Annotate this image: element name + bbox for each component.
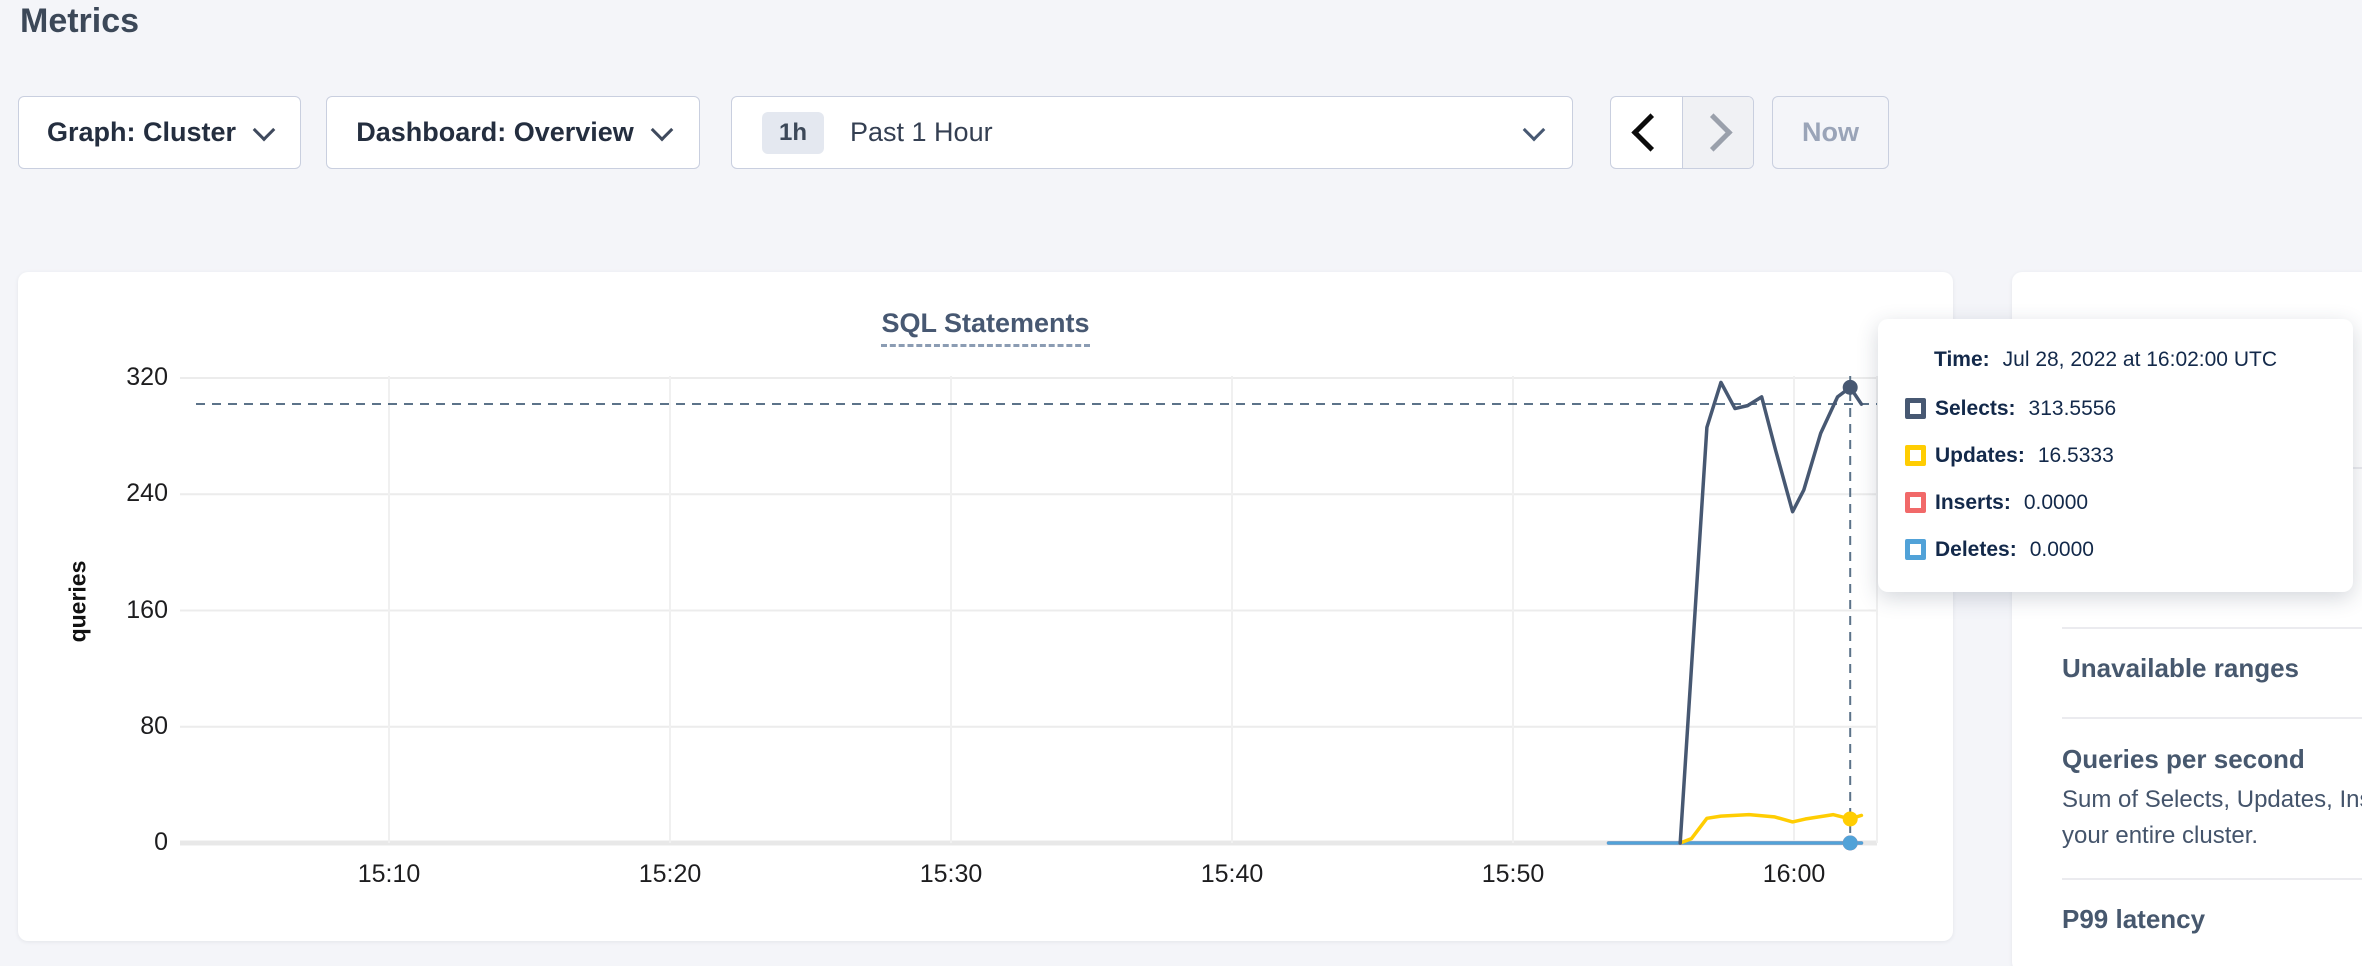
tooltip-series-value: 0.0000 [2030,538,2094,562]
metrics-page: Metrics Graph: Cluster Dashboard: Overvi… [0,0,2362,966]
chevron-down-icon [253,118,276,141]
tooltip-series-row: Deletes: 0.0000 [1878,526,2353,573]
glossary-heading: P99 latency [2062,904,2205,935]
tooltip-time-row: Time: Jul 28, 2022 at 16:02:00 UTC [1878,335,2353,385]
updates-legend-swatch [1905,445,1926,466]
tooltip-time-value: Jul 28, 2022 at 16:02:00 UTC [2003,348,2277,372]
y-tick-label: 320 [88,363,168,392]
glossary-heading: Unavailable ranges [2062,653,2299,684]
divider [2062,717,2362,719]
sql-statements-chart-card: SQL Statements [18,272,1953,941]
prev-interval-button[interactable] [1611,97,1682,168]
tooltip-series-row: Selects: 313.5556 [1878,385,2353,432]
next-interval-button[interactable] [1682,97,1754,168]
chevron-down-icon [650,118,673,141]
now-button[interactable]: Now [1772,96,1889,169]
deletes-legend-swatch [1905,539,1926,560]
time-range-label: Past 1 Hour [850,117,993,148]
y-tick-label: 80 [88,712,168,741]
x-tick-label: 15:40 [1162,860,1302,889]
y-tick-label: 240 [88,479,168,508]
divider [2062,878,2362,880]
tooltip-series-value: 16.5333 [2038,444,2114,468]
inserts-legend-swatch [1905,492,1926,513]
graph-dropdown[interactable]: Graph: Cluster [18,96,301,169]
glossary-description: your entire cluster. [2062,822,2258,850]
y-tick-label: 0 [88,828,168,857]
tooltip-series-label: Updates: [1935,444,2025,468]
chart-title[interactable]: SQL Statements [881,308,1089,347]
tooltip-series-label: Selects: [1935,397,2016,421]
time-range-badge: 1h [762,112,824,154]
y-tick-label: 160 [88,596,168,625]
x-tick-label: 15:10 [319,860,459,889]
tooltip-series-row: Updates: 16.5333 [1878,432,2353,479]
chevron-right-icon [1695,113,1733,151]
tooltip-series-value: 313.5556 [2029,397,2117,421]
x-tick-label: 15:20 [600,860,740,889]
time-pager [1610,96,1754,169]
tooltip-series-label: Deletes: [1935,538,2017,562]
selects-legend-swatch [1905,398,1926,419]
tooltip-series-value: 0.0000 [2024,491,2088,515]
x-tick-label: 15:50 [1443,860,1583,889]
chevron-left-icon [1631,113,1669,151]
tooltip-time-label: Time: [1934,348,1990,372]
page-title: Metrics [20,2,139,41]
time-range-selector[interactable]: 1h Past 1 Hour [731,96,1573,169]
glossary-heading: Queries per second [2062,744,2305,775]
divider [2062,627,2362,629]
x-tick-label: 16:00 [1724,860,1864,889]
dashboard-dropdown[interactable]: Dashboard: Overview [326,96,700,169]
chart-title-row: SQL Statements [18,308,1953,347]
dashboard-dropdown-label: Dashboard: Overview [356,117,634,148]
tooltip-series-row: Inserts: 0.0000 [1878,479,2353,526]
chevron-down-icon [1523,118,1546,141]
tooltip-series-label: Inserts: [1935,491,2011,515]
glossary-description: Sum of Selects, Updates, Inser [2062,786,2362,814]
x-tick-label: 15:30 [881,860,1021,889]
graph-dropdown-label: Graph: Cluster [47,117,236,148]
chart-hover-tooltip: Time: Jul 28, 2022 at 16:02:00 UTC Selec… [1878,319,2353,592]
